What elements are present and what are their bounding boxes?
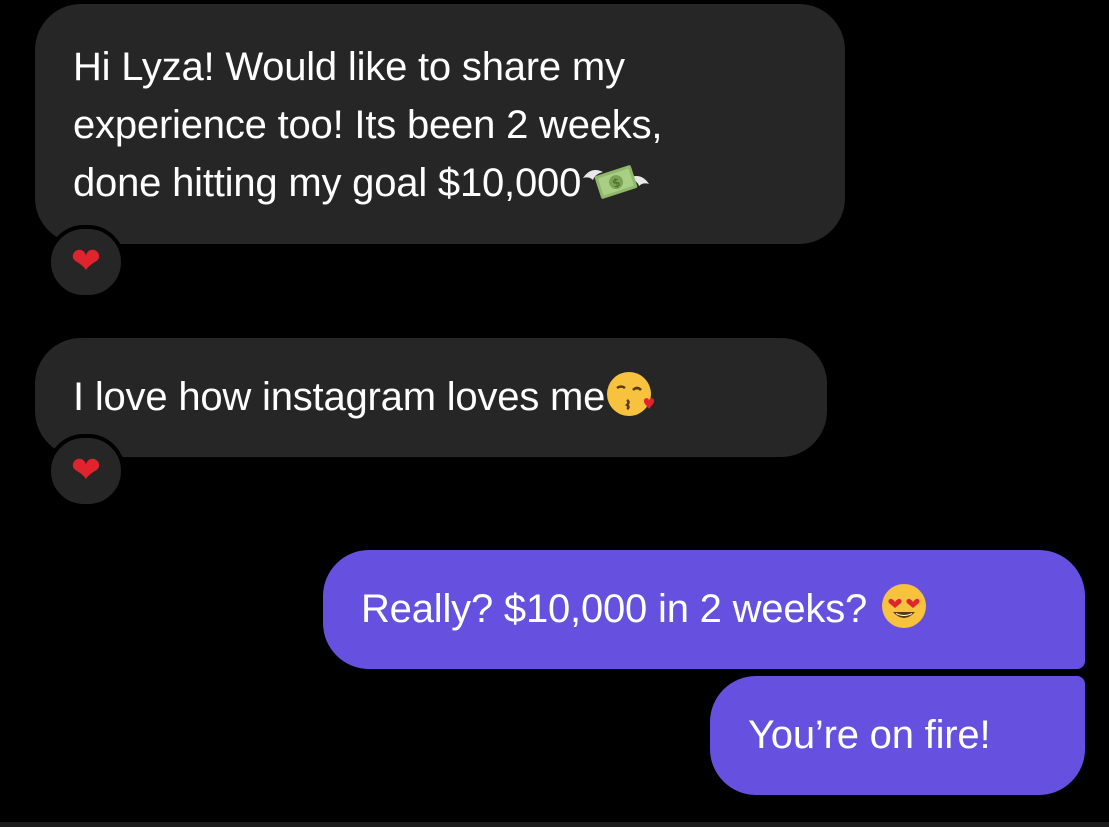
- composer-edge: [0, 822, 1109, 827]
- message-reaction[interactable]: ❤: [47, 225, 125, 299]
- message-text-line: Really? $10,000 in 2 weeks?: [361, 580, 1085, 638]
- smiling-face-with-heart-eyes-icon: [881, 584, 926, 628]
- incoming-message-bubble[interactable]: I love how instagram loves me: [35, 338, 827, 457]
- message-text-line: I love how instagram loves me: [73, 368, 827, 426]
- message-text-line: experience too! Its been 2 weeks,: [73, 103, 663, 147]
- message-text-line: You’re on fire!: [748, 713, 991, 757]
- face-blowing-a-kiss-icon: [607, 372, 655, 416]
- message-reaction[interactable]: ❤: [47, 434, 125, 508]
- outgoing-message-bubble[interactable]: You’re on fire!: [710, 676, 1085, 795]
- message-text-line: Hi Lyza! Would like to share my: [73, 45, 625, 89]
- heart-reaction-icon: ❤: [70, 450, 102, 491]
- message-text-line: done hitting my goal $10,000 $: [73, 154, 845, 212]
- heart-reaction-icon: ❤: [70, 241, 102, 282]
- money-with-wings-icon: $: [583, 165, 650, 199]
- outgoing-message-bubble[interactable]: Really? $10,000 in 2 weeks?: [323, 550, 1085, 669]
- incoming-message-bubble[interactable]: Hi Lyza! Would like to share my experien…: [35, 4, 845, 244]
